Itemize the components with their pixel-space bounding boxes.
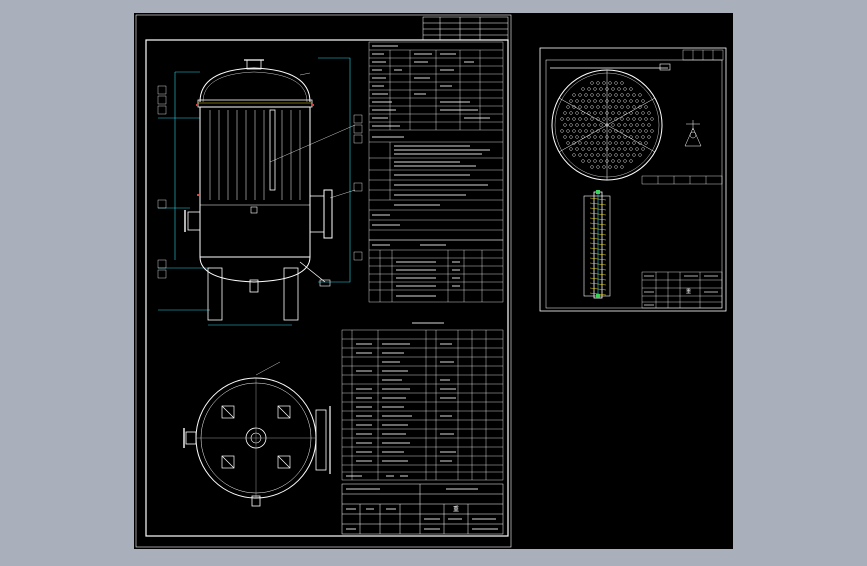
- title-block-detail-label: 重: [686, 288, 691, 295]
- drawing-sheet-main: [134, 13, 733, 549]
- cad-viewport: 重 重: [0, 0, 867, 562]
- title-block-main-label: 重: [453, 505, 459, 513]
- drawing-canvas: 重 重: [134, 13, 733, 549]
